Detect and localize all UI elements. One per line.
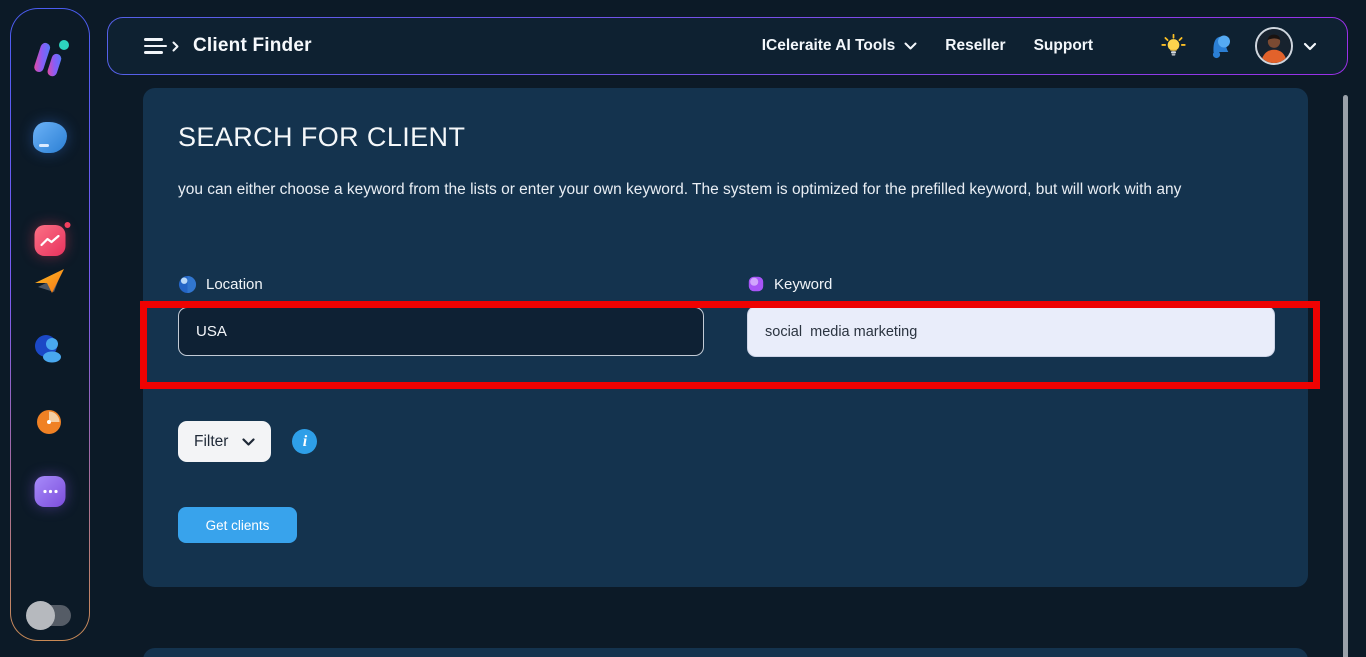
info-icon[interactable]: i xyxy=(292,429,317,454)
chat-icon[interactable] xyxy=(35,476,66,507)
chevron-down-icon[interactable] xyxy=(1303,42,1317,51)
chart-icon[interactable] xyxy=(35,225,66,256)
cloud-icon[interactable] xyxy=(33,122,67,153)
location-label-text: Location xyxy=(206,276,263,293)
sidebar xyxy=(10,8,90,641)
panel-title: SEARCH FOR CLIENT xyxy=(178,122,1273,153)
send-icon[interactable] xyxy=(30,263,70,306)
navbar: Client Finder ICeleraite AI Tools Resell… xyxy=(107,17,1348,75)
person-search-icon[interactable] xyxy=(32,331,68,372)
filter-button-label: Filter xyxy=(194,433,228,451)
toggle-knob xyxy=(26,601,55,630)
nav-item-ai-tools[interactable]: ICeleraite AI Tools xyxy=(762,37,918,55)
nav-item-label: Support xyxy=(1034,37,1093,55)
sidebar-toggle[interactable] xyxy=(29,605,71,626)
filter-dropdown-button[interactable]: Filter xyxy=(178,421,271,462)
panel-description: you can either choose a keyword from the… xyxy=(178,177,1273,203)
nav-item-label: ICeleraite AI Tools xyxy=(762,37,896,55)
get-clients-button[interactable]: Get clients xyxy=(178,507,297,543)
vertical-scrollbar[interactable] xyxy=(1343,95,1348,657)
location-label: Location xyxy=(178,275,704,294)
keyword-label-text: Keyword xyxy=(774,276,832,293)
app-logo[interactable] xyxy=(28,37,72,88)
chevron-down-icon xyxy=(904,42,917,50)
keyword-input[interactable] xyxy=(747,306,1275,357)
hamburger-menu-icon[interactable] xyxy=(144,38,179,54)
user-menu[interactable] xyxy=(1255,27,1317,65)
user-avatar[interactable] xyxy=(1255,27,1293,65)
keyword-icon xyxy=(747,275,765,293)
location-input[interactable] xyxy=(178,307,704,356)
hamburger-lines xyxy=(144,38,167,54)
globe-icon xyxy=(178,275,197,294)
page-title: Client Finder xyxy=(193,35,312,57)
location-field-group: Location xyxy=(178,275,704,357)
keyword-label: Keyword xyxy=(747,275,1275,293)
chevron-down-icon xyxy=(242,438,255,446)
chevron-right-icon xyxy=(172,41,179,52)
nav-item-label: Reseller xyxy=(945,37,1005,55)
nav-item-support[interactable]: Support xyxy=(1034,37,1093,55)
nav-item-reseller[interactable]: Reseller xyxy=(945,37,1005,55)
search-for-client-panel: SEARCH FOR CLIENT you can either choose … xyxy=(143,88,1308,587)
lightbulb-icon[interactable] xyxy=(1161,34,1186,59)
keyword-field-group: Keyword xyxy=(747,275,1275,357)
next-section-panel xyxy=(143,648,1308,657)
clock-icon[interactable] xyxy=(33,406,67,445)
notification-bell-icon[interactable] xyxy=(1207,33,1234,60)
